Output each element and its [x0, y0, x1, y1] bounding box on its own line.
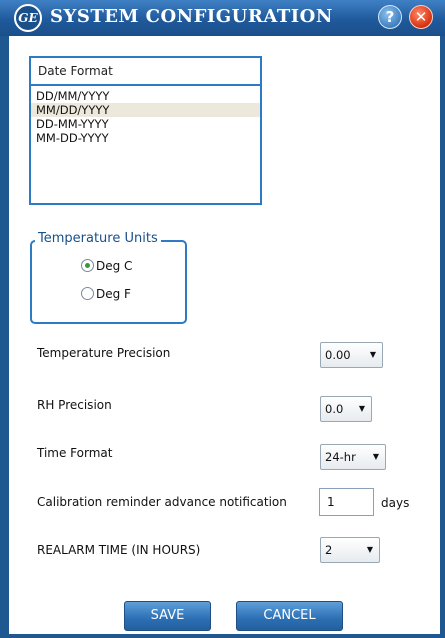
radio-unchecked-icon[interactable]	[81, 287, 94, 300]
cancel-button[interactable]: CANCEL	[236, 601, 343, 631]
title-bar[interactable]: GE SYSTEM CONFIGURATION ? ✕	[0, 0, 445, 36]
date-format-list[interactable]: DD/MM/YYYY MM/DD/YYYY DD-MM-YYYY MM-DD-Y…	[31, 86, 260, 145]
chevron-down-icon: ▼	[372, 452, 379, 461]
rh-precision-value: 0.0	[325, 402, 344, 416]
date-format-option[interactable]: DD-MM-YYYY	[31, 117, 260, 131]
chevron-down-icon: ▼	[366, 545, 373, 554]
time-format-value: 24-hr	[325, 450, 356, 464]
window-frame-left	[0, 0, 9, 638]
radio-checked-icon[interactable]	[81, 259, 94, 272]
chevron-down-icon: ▼	[358, 404, 365, 413]
window-frame-right	[440, 0, 445, 638]
realarm-time-label: REALARM TIME (IN HOURS)	[37, 543, 201, 557]
radio-deg-c[interactable]: Deg C	[81, 257, 132, 275]
window-frame-bottom	[0, 634, 445, 638]
temperature-units-legend: Temperature Units	[35, 231, 161, 246]
rh-precision-select[interactable]: 0.0 ▼	[320, 396, 372, 422]
rh-precision-label: RH Precision	[37, 398, 112, 412]
date-format-header: Date Format	[31, 58, 260, 86]
help-button[interactable]: ?	[378, 5, 402, 29]
radio-deg-f-label: Deg F	[96, 287, 131, 301]
calibration-days-input[interactable]: 1	[319, 488, 374, 516]
chevron-down-icon: ▼	[369, 350, 376, 359]
close-button[interactable]: ✕	[409, 5, 433, 29]
date-format-option[interactable]: MM-DD-YYYY	[31, 131, 260, 145]
time-format-select[interactable]: 24-hr ▼	[320, 444, 386, 470]
ge-logo-icon: GE	[14, 4, 42, 32]
realarm-time-value: 2	[325, 543, 333, 557]
window-title: SYSTEM CONFIGURATION	[50, 6, 333, 27]
date-format-option-selected[interactable]: MM/DD/YYYY	[31, 103, 260, 117]
temperature-precision-select[interactable]: 0.00 ▼	[320, 342, 383, 368]
date-format-listbox[interactable]: Date Format DD/MM/YYYY MM/DD/YYYY DD-MM-…	[29, 56, 262, 205]
temperature-units-group: Temperature Units Deg C Deg F	[30, 231, 187, 324]
radio-deg-f[interactable]: Deg F	[81, 285, 131, 303]
radio-deg-c-label: Deg C	[96, 259, 133, 273]
temperature-precision-value: 0.00	[325, 348, 351, 362]
calibration-days-unit: days	[381, 496, 410, 510]
time-format-label: Time Format	[37, 446, 113, 460]
realarm-time-select[interactable]: 2 ▼	[320, 537, 380, 563]
temperature-precision-label: Temperature Precision	[37, 346, 171, 360]
date-format-option[interactable]: DD/MM/YYYY	[31, 89, 260, 103]
save-button[interactable]: SAVE	[124, 601, 211, 631]
calibration-reminder-label: Calibration reminder advance notificatio…	[37, 495, 287, 509]
